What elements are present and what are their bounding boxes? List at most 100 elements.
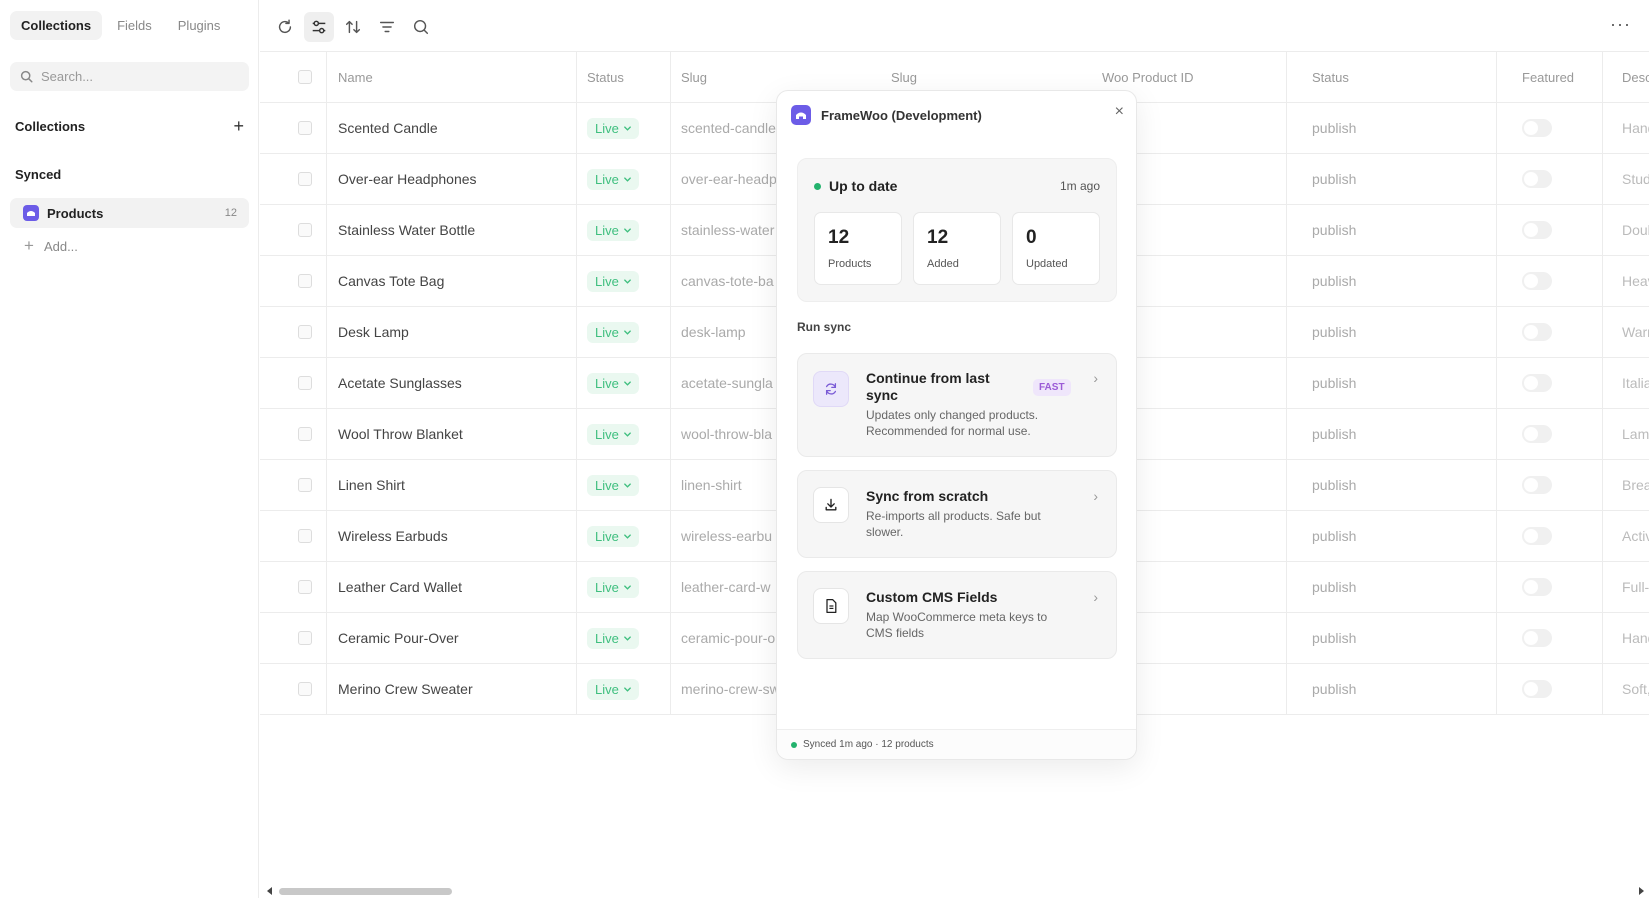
row-checkbox[interactable] <box>298 103 328 153</box>
product-description[interactable]: Italia <box>1622 358 1649 408</box>
status-dropdown[interactable]: Live <box>587 103 639 153</box>
row-checkbox[interactable] <box>298 256 328 306</box>
column-header-description[interactable]: Desc <box>1622 52 1649 102</box>
product-description[interactable]: Soft, <box>1622 664 1649 714</box>
product-description[interactable]: Brea <box>1622 460 1649 510</box>
featured-toggle[interactable] <box>1522 409 1552 459</box>
product-slug[interactable]: leather-card-w <box>681 562 786 612</box>
product-slug[interactable]: acetate-sungla <box>681 358 786 408</box>
row-checkbox[interactable] <box>298 358 328 408</box>
product-slug[interactable]: merino-crew-sw <box>681 664 786 714</box>
status-dropdown[interactable]: Live <box>587 562 639 612</box>
woo-status[interactable]: publish <box>1312 358 1356 408</box>
woo-status[interactable]: publish <box>1312 205 1356 255</box>
scroll-left-icon[interactable] <box>266 887 274 895</box>
row-checkbox[interactable] <box>298 205 328 255</box>
product-description[interactable]: Stud <box>1622 154 1649 204</box>
product-description[interactable]: Warr <box>1622 307 1649 357</box>
product-name[interactable]: Scented Candle <box>338 103 438 153</box>
tab-fields[interactable]: Fields <box>106 11 163 40</box>
sync-from-scratch-option[interactable]: Sync from scratch Re-imports all product… <box>797 470 1117 558</box>
featured-toggle[interactable] <box>1522 256 1552 306</box>
search-input[interactable]: Search... <box>10 62 249 91</box>
row-checkbox[interactable] <box>298 460 328 510</box>
product-name[interactable]: Desk Lamp <box>338 307 409 357</box>
sync-settings-button[interactable] <box>304 12 334 42</box>
product-description[interactable]: Heav <box>1622 256 1649 306</box>
product-slug[interactable]: desk-lamp <box>681 307 786 357</box>
custom-cms-fields-option[interactable]: Custom CMS Fields Map WooCommerce meta k… <box>797 571 1117 659</box>
column-header-name[interactable]: Name <box>338 52 373 102</box>
status-dropdown[interactable]: Live <box>587 256 639 306</box>
featured-toggle[interactable] <box>1522 664 1552 714</box>
collection-item-products[interactable]: Products 12 <box>10 198 249 228</box>
status-dropdown[interactable]: Live <box>587 664 639 714</box>
row-checkbox[interactable] <box>298 664 328 714</box>
select-all-checkbox[interactable] <box>298 52 328 102</box>
product-description[interactable]: Full- <box>1622 562 1649 612</box>
woo-status[interactable]: publish <box>1312 154 1356 204</box>
product-name[interactable]: Merino Crew Sweater <box>338 664 473 714</box>
status-dropdown[interactable]: Live <box>587 154 639 204</box>
product-name[interactable]: Over-ear Headphones <box>338 154 477 204</box>
status-dropdown[interactable]: Live <box>587 511 639 561</box>
product-slug[interactable]: over-ear-headp <box>681 154 786 204</box>
product-slug[interactable]: wireless-earbu <box>681 511 786 561</box>
scroll-right-icon[interactable] <box>1637 887 1645 895</box>
woo-status[interactable]: publish <box>1312 103 1356 153</box>
woo-status[interactable]: publish <box>1312 664 1356 714</box>
row-checkbox[interactable] <box>298 511 328 561</box>
featured-toggle[interactable] <box>1522 205 1552 255</box>
tab-plugins[interactable]: Plugins <box>167 11 232 40</box>
product-name[interactable]: Ceramic Pour-Over <box>338 613 459 663</box>
featured-toggle[interactable] <box>1522 511 1552 561</box>
product-name[interactable]: Wireless Earbuds <box>338 511 448 561</box>
featured-toggle[interactable] <box>1522 154 1552 204</box>
column-header-slug[interactable]: Slug <box>681 52 707 102</box>
featured-toggle[interactable] <box>1522 562 1552 612</box>
search-button[interactable] <box>406 12 436 42</box>
featured-toggle[interactable] <box>1522 103 1552 153</box>
woo-status[interactable]: publish <box>1312 409 1356 459</box>
product-name[interactable]: Linen Shirt <box>338 460 405 510</box>
row-checkbox[interactable] <box>298 154 328 204</box>
product-name[interactable]: Acetate Sunglasses <box>338 358 462 408</box>
refresh-button[interactable] <box>270 12 300 42</box>
scrollbar-thumb[interactable] <box>279 888 452 895</box>
close-icon[interactable]: × <box>1115 103 1124 121</box>
tab-collections[interactable]: Collections <box>10 11 103 40</box>
featured-toggle[interactable] <box>1522 460 1552 510</box>
product-description[interactable]: Activ <box>1622 511 1649 561</box>
product-slug[interactable]: ceramic-pour-o <box>681 613 786 663</box>
status-dropdown[interactable]: Live <box>587 358 639 408</box>
column-header-status-2[interactable]: Status <box>1312 52 1349 102</box>
horizontal-scrollbar[interactable] <box>262 885 1649 897</box>
sort-button[interactable] <box>338 12 368 42</box>
row-checkbox[interactable] <box>298 409 328 459</box>
product-name[interactable]: Wool Throw Blanket <box>338 409 463 459</box>
product-description[interactable]: Doub <box>1622 205 1649 255</box>
featured-toggle[interactable] <box>1522 613 1552 663</box>
featured-toggle[interactable] <box>1522 307 1552 357</box>
product-name[interactable]: Stainless Water Bottle <box>338 205 475 255</box>
status-dropdown[interactable]: Live <box>587 409 639 459</box>
status-dropdown[interactable]: Live <box>587 460 639 510</box>
continue-sync-option[interactable]: Continue from last sync FAST Updates onl… <box>797 353 1117 457</box>
filter-button[interactable] <box>372 12 402 42</box>
column-header-status[interactable]: Status <box>587 52 624 102</box>
status-dropdown[interactable]: Live <box>587 307 639 357</box>
row-checkbox[interactable] <box>298 307 328 357</box>
woo-status[interactable]: publish <box>1312 562 1356 612</box>
product-name[interactable]: Canvas Tote Bag <box>338 256 444 306</box>
column-header-featured[interactable]: Featured <box>1522 52 1574 102</box>
product-description[interactable]: Hand <box>1622 103 1649 153</box>
woo-status[interactable]: publish <box>1312 511 1356 561</box>
product-slug[interactable]: canvas-tote-ba <box>681 256 786 306</box>
product-slug[interactable]: scented-candle <box>681 103 786 153</box>
product-description[interactable]: Lamb <box>1622 409 1649 459</box>
featured-toggle[interactable] <box>1522 358 1552 408</box>
woo-status[interactable]: publish <box>1312 307 1356 357</box>
product-slug[interactable]: wool-throw-bla <box>681 409 786 459</box>
status-dropdown[interactable]: Live <box>587 613 639 663</box>
product-slug[interactable]: linen-shirt <box>681 460 786 510</box>
